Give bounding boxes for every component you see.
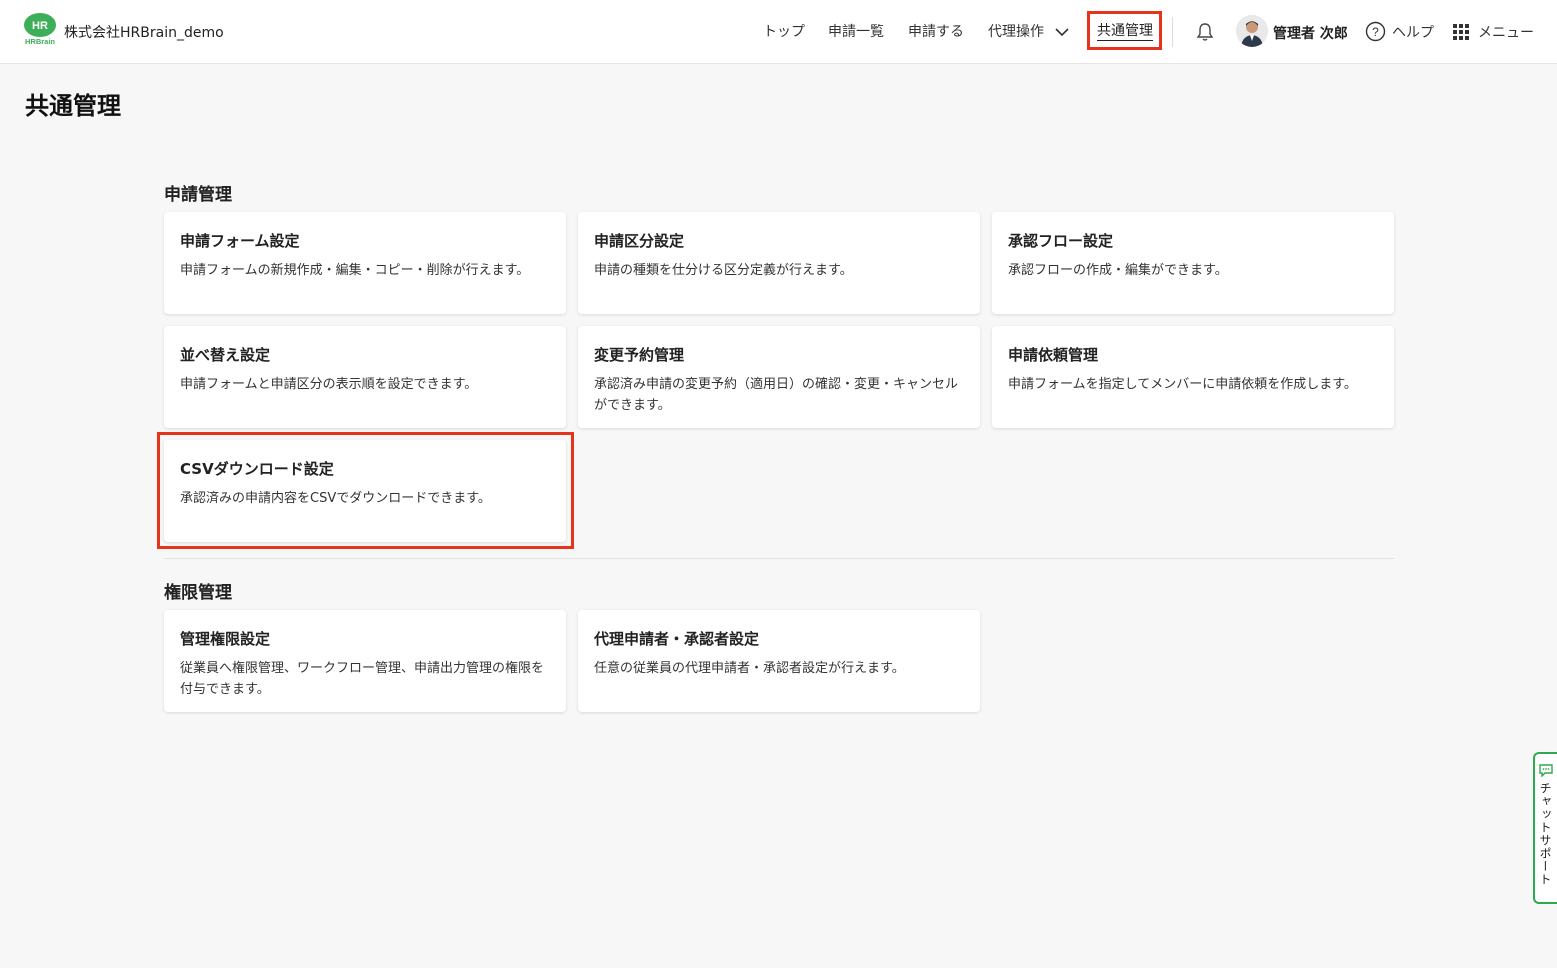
card-description: 任意の従業員の代理申請者・承認者設定が行えます。 [594,661,905,676]
card-title: 承認フロー設定 [1008,232,1114,250]
user-name[interactable]: 管理者 次郎 [1273,23,1348,43]
card-description: 申請の種類を仕分ける区分定義が行えます。 [594,263,853,278]
card-description: 申請フォームを指定してメンバーに申請依頼を作成します。 [1008,377,1357,392]
card-title: 申請フォーム設定 [180,232,300,250]
card-description: 申請フォームの新規作成・編集・コピー・削除が行えます。 [180,263,530,278]
nav-common-management[interactable]: 共通管理 [1087,11,1162,50]
section-divider [164,558,1394,559]
card-title: 変更予約管理 [594,346,685,364]
nav-apply[interactable]: 申請する [908,21,964,41]
nav-proxy-label: 代理操作 [988,24,1044,40]
card-approval-flow-settings[interactable]: 承認フロー設定 承認フローの作成・編集ができます。 [992,212,1394,314]
card-application-category-settings[interactable]: 申請区分設定 申請の種類を仕分ける区分定義が行えます。 [578,212,980,314]
card-description: 承認フローの作成・編集ができます。 [1008,263,1228,278]
highlight-annotation [157,432,574,549]
svg-text:HR: HR [32,20,48,32]
help-icon[interactable]: ? [1365,21,1386,46]
card-title: 申請依頼管理 [1008,346,1099,364]
chat-support-tab[interactable]: チャットサポート [1533,752,1557,904]
header: HR HRBrain 株式会社HRBrain_demo トップ 申請一覧 申請す… [0,0,1557,64]
card-description: 申請フォームと申請区分の表示順を設定できます。 [180,377,478,392]
nav-proxy-operation[interactable]: 代理操作 [988,21,1070,41]
section-title-permission: 権限管理 [164,583,232,603]
header-divider [1172,17,1173,47]
hrbrain-logo[interactable]: HR HRBrain [23,12,57,46]
card-application-request-management[interactable]: 申請依頼管理 申請フォームを指定してメンバーに申請依頼を作成します。 [992,326,1394,428]
card-description: 承認済み申請の変更予約（適用日）の確認・変更・キャンセルができます。 [594,377,959,413]
card-description: 従業員へ権限管理、ワークフロー管理、申請出力管理の権限を付与できます。 [180,661,545,697]
menu-link[interactable]: メニュー [1478,22,1534,42]
svg-text:?: ? [1372,25,1379,39]
avatar[interactable] [1236,15,1268,47]
bell-icon[interactable] [1196,22,1214,46]
chevron-down-icon [1055,28,1070,37]
page-title: 共通管理 [25,92,121,120]
card-title: 申請区分設定 [594,232,685,250]
grid-menu-icon[interactable] [1453,24,1469,44]
svg-text:HRBrain: HRBrain [25,37,55,46]
card-title: 代理申請者・承認者設定 [594,630,760,648]
card-proxy-applicant-approver-settings[interactable]: 代理申請者・承認者設定 任意の従業員の代理申請者・承認者設定が行えます。 [578,610,980,712]
company-name: 株式会社HRBrain_demo [64,25,224,41]
card-title: 並べ替え設定 [180,346,271,364]
chat-support-label: チャットサポート [1538,782,1552,886]
nav-top[interactable]: トップ [763,21,805,41]
card-sort-settings[interactable]: 並べ替え設定 申請フォームと申請区分の表示順を設定できます。 [164,326,566,428]
card-change-reservation-management[interactable]: 変更予約管理 承認済み申請の変更予約（適用日）の確認・変更・キャンセルができます… [578,326,980,428]
help-link[interactable]: ヘルプ [1392,22,1434,42]
card-admin-permission-settings[interactable]: 管理権限設定 従業員へ権限管理、ワークフロー管理、申請出力管理の権限を付与できま… [164,610,566,712]
section-title-application: 申請管理 [164,185,232,205]
card-application-form-settings[interactable]: 申請フォーム設定 申請フォームの新規作成・編集・コピー・削除が行えます。 [164,212,566,314]
chat-bubble-icon [1539,764,1553,777]
card-title: 管理権限設定 [180,630,271,648]
nav-common-label: 共通管理 [1097,23,1153,41]
nav-application-list[interactable]: 申請一覧 [828,21,884,41]
